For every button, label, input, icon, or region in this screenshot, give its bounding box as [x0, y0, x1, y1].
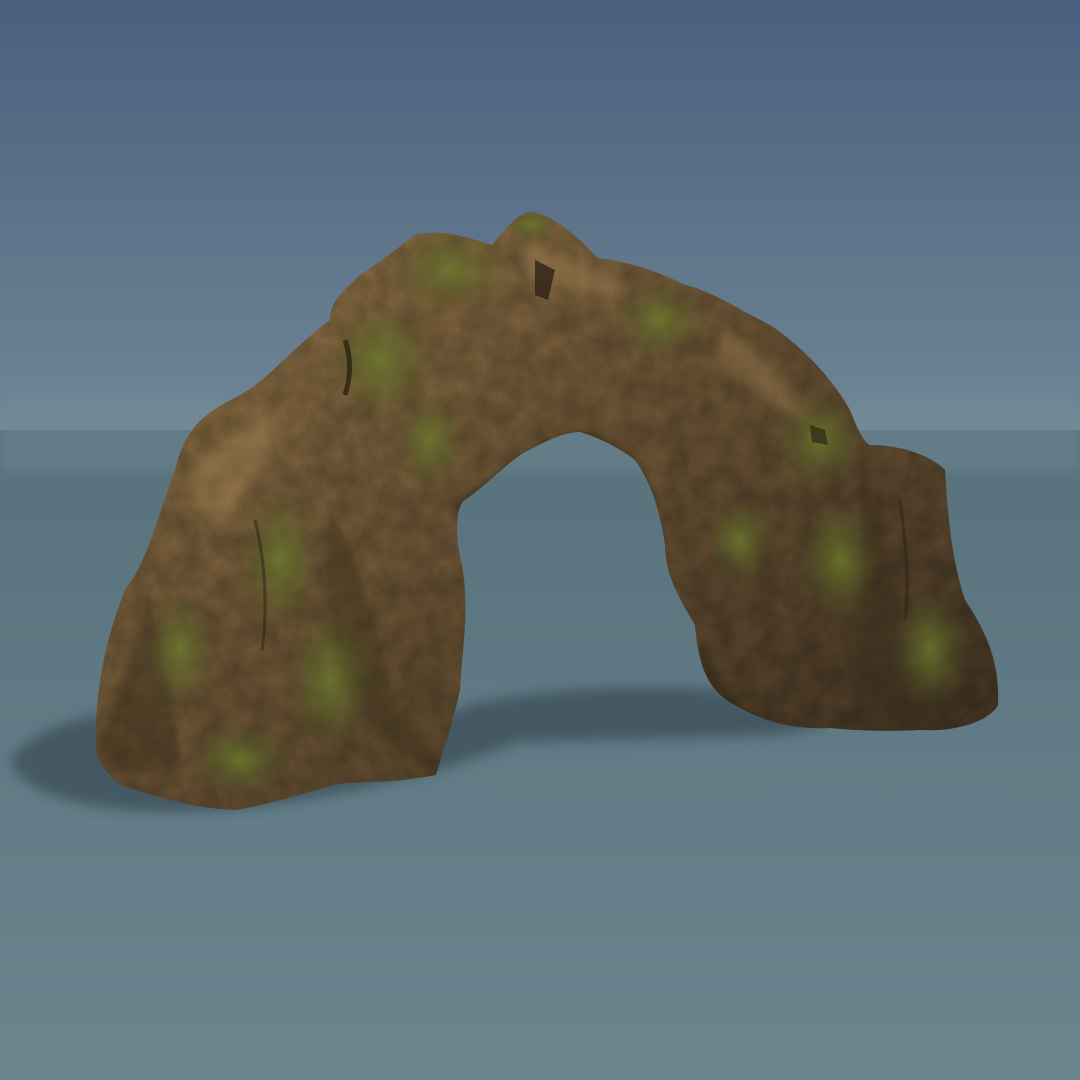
moss-patch [190, 725, 290, 795]
moss-patch [800, 500, 880, 620]
moss-patch [705, 500, 775, 580]
moss-patch [890, 590, 970, 710]
moss-patch [240, 490, 320, 630]
moss-patch [615, 280, 705, 360]
moss-patch [145, 590, 215, 710]
moss-patch [285, 610, 375, 750]
render-viewport [0, 0, 1080, 1080]
rock-arch-render [0, 0, 1080, 1080]
moss-patch [395, 390, 465, 490]
